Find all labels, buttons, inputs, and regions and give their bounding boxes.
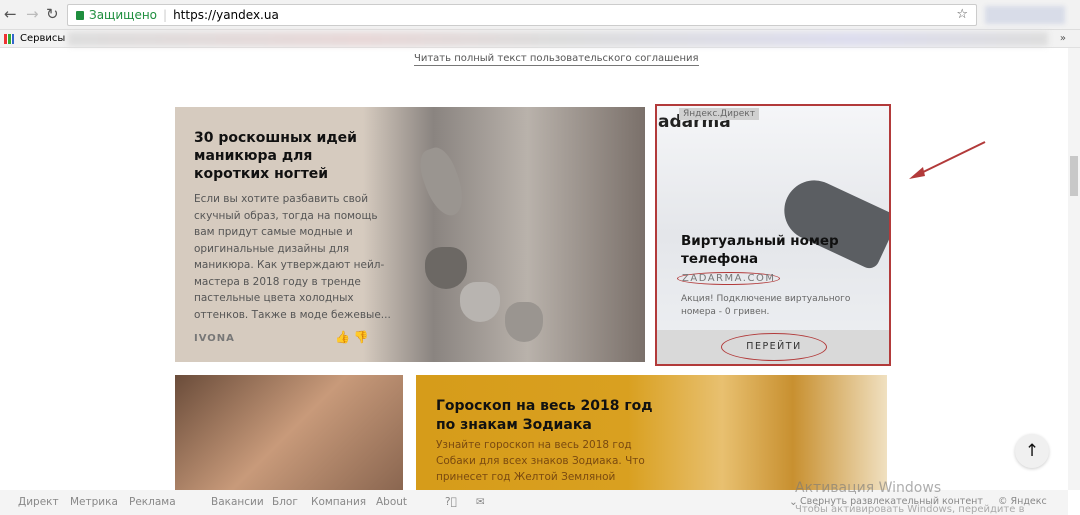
- footer-link[interactable]: Компания: [311, 490, 366, 514]
- card-source: IVONA: [194, 333, 235, 344]
- bookmark-star-icon[interactable]: ☆: [956, 5, 968, 25]
- footer-link[interactable]: Метрика: [70, 490, 118, 514]
- forward-icon[interactable]: →: [26, 5, 39, 23]
- scrollbar[interactable]: [1068, 48, 1080, 490]
- footer-link[interactable]: Реклама: [129, 490, 176, 514]
- apps-icon[interactable]: [4, 34, 14, 44]
- more-bookmarks-icon[interactable]: »: [1060, 30, 1066, 48]
- reload-icon[interactable]: ↻: [46, 5, 59, 23]
- blurred-bookmarks: [68, 32, 1048, 46]
- extensions-area: [985, 6, 1065, 24]
- back-icon[interactable]: ←: [4, 5, 17, 23]
- footer-link[interactable]: Блог: [272, 490, 298, 514]
- ad-domain[interactable]: ZADARMA.COM: [677, 272, 781, 285]
- ad-block[interactable]: adarma Яндекс.Директ Виртуальный номер т…: [655, 104, 891, 366]
- ad-title: Виртуальный номер телефона: [681, 233, 839, 267]
- mail-icon[interactable]: ✉: [476, 490, 485, 514]
- footer-link[interactable]: Вакансии: [211, 490, 264, 514]
- dislike-icon[interactable]: 👎: [354, 330, 369, 344]
- like-icon[interactable]: 👍: [335, 330, 350, 344]
- card-text: Если вы хотите разбавить свой скучный об…: [194, 193, 391, 321]
- scroll-up-button[interactable]: ↑: [1015, 434, 1049, 468]
- agreement-link[interactable]: Читать полный текст пользовательского со…: [414, 52, 699, 66]
- help-icon[interactable]: ?⃝: [445, 490, 457, 514]
- address-bar[interactable]: Защищено | https://yandex.ua ☆: [67, 4, 977, 26]
- annotation-arrow-icon: [909, 141, 986, 179]
- lock-icon: [76, 11, 84, 20]
- card-title: Гороскоп на весь 2018 год по знакам Зоди…: [436, 398, 653, 433]
- article-card-couple[interactable]: [175, 375, 403, 490]
- article-card-horoscope[interactable]: Гороскоп на весь 2018 год по знакам Зоди…: [416, 375, 887, 490]
- ad-tag: Яндекс.Директ: [679, 108, 759, 120]
- ad-go-button[interactable]: ПЕРЕЙТИ: [721, 333, 827, 361]
- footer-link[interactable]: About: [376, 490, 407, 514]
- card-text: Узнайте гороскоп на весь 2018 год Собаки…: [436, 439, 645, 483]
- article-card-manicure[interactable]: 30 роскошных идей маникюра для коротких …: [175, 107, 645, 362]
- windows-watermark-sub: Чтобы активировать Windows, перейдите в: [795, 504, 1025, 515]
- url-text: https://yandex.ua: [173, 8, 279, 22]
- bookmark-services[interactable]: Сервисы: [20, 30, 65, 48]
- footer-link[interactable]: Директ: [18, 490, 59, 514]
- secure-label: Защищено: [89, 8, 158, 22]
- bookmarks-bar: Сервисы »: [0, 30, 1080, 48]
- ad-text: Акция! Подключение виртуального номера -…: [681, 294, 851, 317]
- card-title: 30 роскошных идей маникюра для коротких …: [194, 130, 357, 182]
- windows-watermark: Активация Windows: [795, 480, 942, 496]
- browser-toolbar: ← → ↻ Защищено | https://yandex.ua ☆: [0, 0, 1080, 30]
